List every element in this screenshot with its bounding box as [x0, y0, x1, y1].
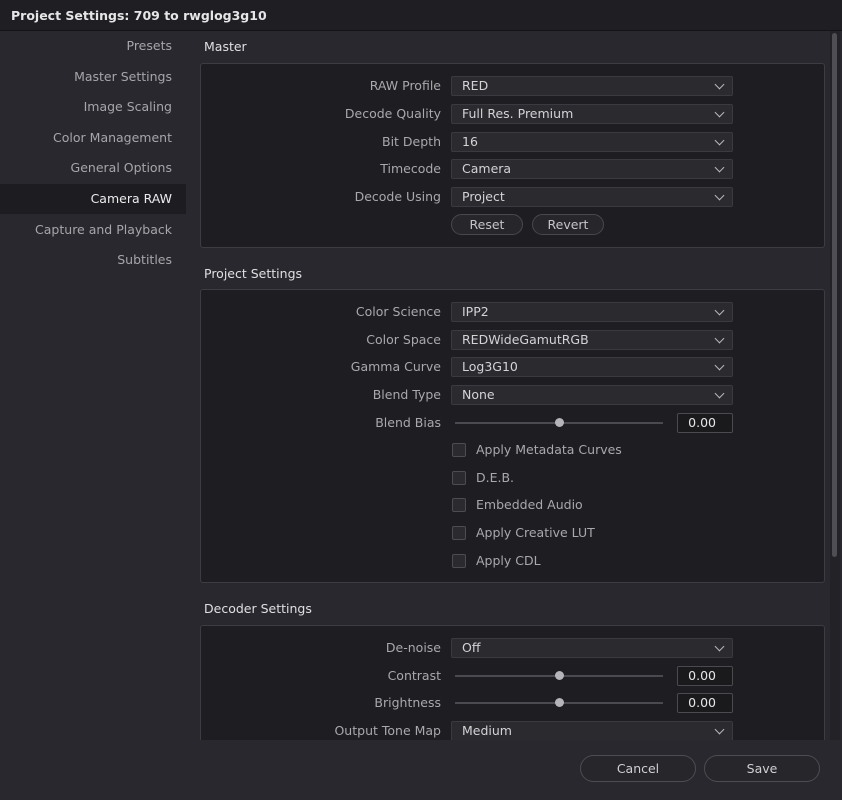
gamma-curve-value: Log3G10: [462, 359, 518, 374]
apply-metadata-curves-label: Apply Metadata Curves: [476, 442, 622, 457]
apply-creative-lut-label: Apply Creative LUT: [476, 525, 595, 540]
sidebar-item-capture-and-playback[interactable]: Capture and Playback: [0, 215, 186, 245]
color-science-value: IPP2: [462, 304, 489, 319]
denoise-dropdown[interactable]: Off: [451, 638, 733, 658]
settings-content: Master RAW Profile RED Decode Quality Fu…: [186, 31, 842, 740]
decode-quality-dropdown[interactable]: Full Res. Premium: [451, 104, 733, 124]
color-science-label: Color Science: [355, 304, 441, 319]
blend-bias-label: Blend Bias: [375, 415, 441, 430]
revert-button[interactable]: Revert: [532, 214, 604, 235]
save-button[interactable]: Save: [704, 755, 820, 782]
deb-checkbox[interactable]: [452, 471, 466, 485]
sidebar-item-color-management[interactable]: Color Management: [0, 123, 186, 153]
blend-bias-slider-handle[interactable]: [555, 418, 564, 427]
blend-type-label: Blend Type: [372, 387, 441, 402]
embedded-audio-label: Embedded Audio: [476, 497, 583, 512]
cancel-button[interactable]: Cancel: [580, 755, 696, 782]
output-tone-map-label: Output Tone Map: [334, 723, 441, 738]
sidebar-item-image-scaling[interactable]: Image Scaling: [0, 92, 186, 122]
color-space-dropdown[interactable]: REDWideGamutRGB: [451, 330, 733, 350]
decoder-settings-section-title: Decoder Settings: [204, 601, 312, 616]
project-settings-section-title: Project Settings: [204, 266, 303, 281]
decode-using-label: Decode Using: [354, 189, 441, 204]
settings-sidebar: Presets Master Settings Image Scaling Co…: [0, 31, 186, 800]
contrast-slider-handle[interactable]: [555, 671, 564, 680]
brightness-value-field[interactable]: 0.00: [677, 693, 733, 713]
window-title: Project Settings: 709 to rwglog3g10: [11, 8, 267, 23]
chevron-down-icon: [714, 162, 725, 173]
bit-depth-label: Bit Depth: [382, 134, 441, 149]
chevron-down-icon: [714, 190, 725, 201]
gamma-curve-dropdown[interactable]: Log3G10: [451, 357, 733, 377]
content-scrollbar[interactable]: [830, 31, 840, 740]
output-tone-map-value: Medium: [462, 723, 512, 738]
chevron-down-icon: [714, 107, 725, 118]
denoise-value: Off: [462, 640, 481, 655]
sidebar-item-presets[interactable]: Presets: [0, 31, 186, 61]
output-tone-map-dropdown[interactable]: Medium: [451, 721, 733, 740]
deb-label: D.E.B.: [476, 470, 515, 485]
chevron-down-icon: [714, 333, 725, 344]
apply-creative-lut-checkbox[interactable]: [452, 526, 466, 540]
timecode-value: Camera: [462, 161, 512, 176]
apply-metadata-curves-checkbox[interactable]: [452, 443, 466, 457]
color-science-dropdown[interactable]: IPP2: [451, 302, 733, 322]
blend-type-value: None: [462, 387, 495, 402]
raw-profile-label: RAW Profile: [369, 78, 441, 93]
sidebar-item-subtitles[interactable]: Subtitles: [0, 245, 186, 275]
timecode-dropdown[interactable]: Camera: [451, 159, 733, 179]
color-space-value: REDWideGamutRGB: [462, 332, 589, 347]
master-section-title: Master: [204, 39, 247, 54]
raw-profile-dropdown[interactable]: RED: [451, 76, 733, 96]
bit-depth-dropdown[interactable]: 16: [451, 132, 733, 152]
brightness-slider-handle[interactable]: [555, 698, 564, 707]
blend-type-dropdown[interactable]: None: [451, 385, 733, 405]
chevron-down-icon: [714, 724, 725, 735]
chevron-down-icon: [714, 388, 725, 399]
apply-cdl-label: Apply CDL: [476, 553, 541, 568]
decode-using-dropdown[interactable]: Project: [451, 187, 733, 207]
contrast-value-field[interactable]: 0.00: [677, 666, 733, 686]
scrollbar-thumb[interactable]: [832, 33, 837, 557]
chevron-down-icon: [714, 135, 725, 146]
brightness-label: Brightness: [374, 695, 441, 710]
project-settings-panel: Color Science IPP2 Color Space REDWideGa…: [200, 289, 825, 583]
sidebar-item-master-settings[interactable]: Master Settings: [0, 62, 186, 92]
title-bar: Project Settings: 709 to rwglog3g10: [0, 0, 842, 31]
decode-quality-label: Decode Quality: [344, 106, 441, 121]
chevron-down-icon: [714, 79, 725, 90]
sidebar-item-camera-raw[interactable]: Camera RAW: [0, 184, 186, 214]
raw-profile-value: RED: [462, 78, 489, 93]
timecode-label: Timecode: [380, 161, 441, 176]
embedded-audio-checkbox[interactable]: [452, 498, 466, 512]
blend-bias-value-field[interactable]: 0.00: [677, 413, 733, 433]
apply-cdl-checkbox[interactable]: [452, 554, 466, 568]
decode-quality-value: Full Res. Premium: [462, 106, 574, 121]
contrast-label: Contrast: [387, 668, 441, 683]
decoder-settings-panel: De-noise Off Contrast 0.00 Brightness 0.…: [200, 625, 825, 740]
chevron-down-icon: [714, 641, 725, 652]
chevron-down-icon: [714, 360, 725, 371]
master-panel: RAW Profile RED Decode Quality Full Res.…: [200, 63, 825, 248]
color-space-label: Color Space: [366, 332, 441, 347]
decode-using-value: Project: [462, 189, 505, 204]
bit-depth-value: 16: [462, 134, 478, 149]
reset-button[interactable]: Reset: [451, 214, 523, 235]
chevron-down-icon: [714, 305, 725, 316]
dialog-footer: Cancel Save: [0, 740, 842, 800]
denoise-label: De-noise: [385, 640, 441, 655]
sidebar-item-general-options[interactable]: General Options: [0, 153, 186, 183]
gamma-curve-label: Gamma Curve: [350, 359, 441, 374]
